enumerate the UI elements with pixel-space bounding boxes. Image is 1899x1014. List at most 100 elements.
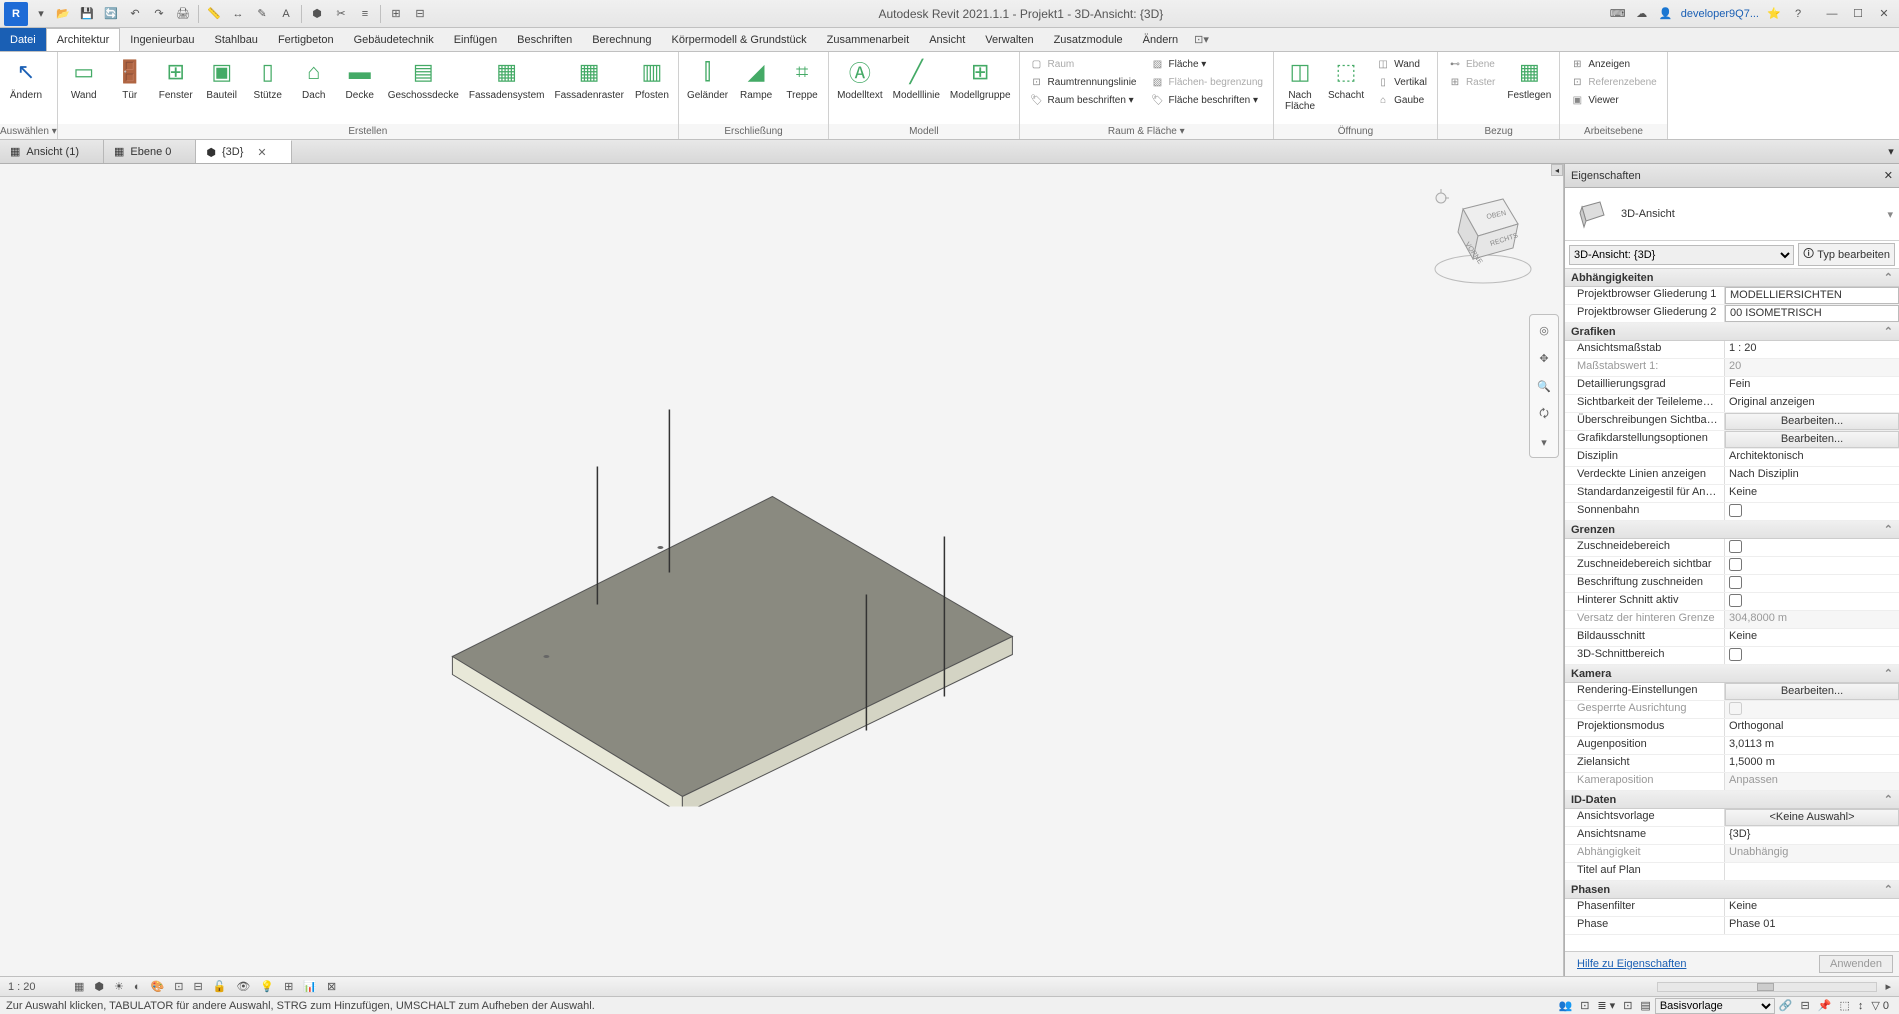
modelllinie-button[interactable]: ╱Modelllinie: [889, 54, 944, 103]
tab-architektur[interactable]: Architektur: [46, 28, 121, 51]
close-button[interactable]: ✕: [1873, 5, 1895, 23]
prop-phasenfilter-value[interactable]: Keine: [1725, 899, 1899, 916]
prop-analyse-value[interactable]: Keine: [1725, 485, 1899, 502]
properties-filter-select[interactable]: 3D-Ansicht: {3D}: [1569, 245, 1794, 265]
tab-beschriften[interactable]: Beschriften: [507, 28, 582, 51]
shadows-icon[interactable]: ◐: [132, 981, 143, 993]
wand-oeffnung-button[interactable]: ◫Wand: [1372, 56, 1431, 72]
tab-stahlbau[interactable]: Stahlbau: [205, 28, 268, 51]
print-icon[interactable]: 🖨: [174, 5, 192, 23]
worksharing-display-icon[interactable]: ⊞: [282, 980, 295, 993]
editing-requests-icon[interactable]: ⊡: [1619, 999, 1636, 1012]
wand-button[interactable]: ▭Wand: [62, 54, 106, 103]
prop-grafikopt-button[interactable]: Bearbeiten...: [1725, 431, 1899, 448]
prop-ueberschr-button[interactable]: Bearbeiten...: [1725, 413, 1899, 430]
properties-close-icon[interactable]: ✕: [1884, 169, 1893, 182]
sun-path-icon[interactable]: ☀: [112, 980, 126, 993]
reveal-hidden-icon[interactable]: 💡: [258, 980, 276, 993]
help-icon[interactable]: ?: [1789, 5, 1807, 23]
group-abhaengigkeiten[interactable]: Abhängigkeiten⌃: [1565, 269, 1899, 287]
tag-icon[interactable]: ✎: [253, 5, 271, 23]
redo-icon[interactable]: ↷: [150, 5, 168, 23]
fassadensystem-button[interactable]: ▦Fassadensystem: [465, 54, 549, 103]
crop-view-icon[interactable]: ⊡: [172, 980, 185, 993]
nach-flaeche-button[interactable]: ◫Nach Fläche: [1278, 54, 1322, 114]
prop-detail-value[interactable]: Fein: [1725, 377, 1899, 394]
flaeche-button[interactable]: ▨Fläche ▾: [1146, 56, 1267, 72]
unlocked-3d-icon[interactable]: 🔓: [211, 980, 229, 993]
prop-gliederung2-value[interactable]: 00 ISOMETRISCH: [1725, 305, 1899, 322]
orbit-icon[interactable]: 🗘: [1533, 403, 1555, 425]
model-3d[interactable]: [422, 377, 1042, 807]
viewtab-ansicht1[interactable]: ▦Ansicht (1): [0, 140, 104, 163]
default3d-icon[interactable]: ⬢: [308, 5, 326, 23]
raum-beschriften-button[interactable]: 🏷Raum beschriften ▾: [1026, 92, 1141, 108]
prop-schnittbereich-value[interactable]: [1725, 647, 1899, 664]
rampe-button[interactable]: ◢Rampe: [734, 54, 778, 103]
measure-icon[interactable]: 📏: [205, 5, 223, 23]
design-options-icon[interactable]: ≣ ▾: [1593, 999, 1619, 1012]
drag-elements-icon[interactable]: ↕: [1854, 1000, 1868, 1012]
festlegen-button[interactable]: ▦Festlegen: [1503, 54, 1555, 103]
properties-help-link[interactable]: Hilfe zu Eigenschaften: [1571, 954, 1692, 974]
addin-icon[interactable]: ⊡▾: [1188, 28, 1215, 51]
prop-projektion-value[interactable]: Orthogonal: [1725, 719, 1899, 736]
collapse-icon[interactable]: ⌃: [1884, 793, 1893, 806]
stuetze-button[interactable]: ▯Stütze: [246, 54, 290, 103]
group-grafiken[interactable]: Grafiken⌃: [1565, 323, 1899, 341]
favorites-icon[interactable]: ⭐: [1765, 5, 1783, 23]
basisvorlage-select[interactable]: Basisvorlage: [1655, 998, 1775, 1014]
detail-level-icon[interactable]: ▦: [72, 980, 86, 993]
editable-only-icon[interactable]: ⊡: [1576, 999, 1593, 1012]
prop-bildausschnitt-value[interactable]: Keine: [1725, 629, 1899, 646]
geschossdecke-button[interactable]: ▤Geschossdecke: [384, 54, 463, 103]
flaechenbegrenzung-button[interactable]: ▧Flächen- begrenzung: [1146, 74, 1267, 90]
section-icon[interactable]: ✂: [332, 5, 350, 23]
tab-zusatzmodule[interactable]: Zusatzmodule: [1044, 28, 1133, 51]
close-inactive-icon[interactable]: ⊞: [387, 5, 405, 23]
group-phasen[interactable]: Phasen⌃: [1565, 881, 1899, 899]
ebene-button[interactable]: ⊷Ebene: [1444, 56, 1499, 72]
keyboard-icon[interactable]: ⌨: [1609, 5, 1627, 23]
filter-icon[interactable]: ▽ 0: [1867, 999, 1893, 1012]
gaube-button[interactable]: ⌂Gaube: [1372, 92, 1431, 108]
referenzebene-button[interactable]: ⊡Referenzebene: [1566, 74, 1660, 90]
collapse-icon[interactable]: ⌃: [1884, 325, 1893, 338]
tab-berechnung[interactable]: Berechnung: [582, 28, 661, 51]
prop-hintschnitt-value[interactable]: [1725, 593, 1899, 610]
prop-phase-value[interactable]: Phase 01: [1725, 917, 1899, 934]
edit-type-button[interactable]: 🛈Typ bearbeiten: [1798, 243, 1895, 266]
tuer-button[interactable]: 🚪Tür: [108, 54, 152, 103]
raum-button[interactable]: ▢Raum: [1026, 56, 1141, 72]
group-kamera[interactable]: Kamera⌃: [1565, 665, 1899, 683]
thinlines-icon[interactable]: ≡: [356, 5, 374, 23]
prop-gliederung1-value[interactable]: MODELLIERSICHTEN: [1725, 287, 1899, 304]
type-dropdown-icon[interactable]: ▾: [1887, 208, 1893, 221]
bauteil-button[interactable]: ▣Bauteil: [200, 54, 244, 103]
infocenter-icon[interactable]: ☁: [1633, 5, 1651, 23]
pfosten-button[interactable]: ▥Pfosten: [630, 54, 674, 103]
viewport-3d[interactable]: ◂ OBEN VORNE RECHTS ◎ ✥ 🔍 🗘 ▾: [0, 164, 1564, 976]
tab-einfuegen[interactable]: Einfügen: [444, 28, 507, 51]
properties-body[interactable]: Abhängigkeiten⌃ Projektbrowser Gliederun…: [1565, 269, 1899, 951]
gelaender-button[interactable]: ⫿Geländer: [683, 54, 732, 103]
collapse-arrow-icon[interactable]: ◂: [1551, 164, 1563, 176]
group-iddaten[interactable]: ID-Daten⌃: [1565, 791, 1899, 809]
properties-apply-button[interactable]: Anwenden: [1819, 955, 1893, 973]
dach-button[interactable]: ⌂Dach: [292, 54, 336, 103]
prop-ziel-value[interactable]: 1,5000 m: [1725, 755, 1899, 772]
view-scrollbar[interactable]: [1657, 982, 1877, 992]
group-grenzen[interactable]: Grenzen⌃: [1565, 521, 1899, 539]
tab-ansicht[interactable]: Ansicht: [919, 28, 975, 51]
tab-fertigbeton[interactable]: Fertigbeton: [268, 28, 344, 51]
decke-button[interactable]: ▬Decke: [338, 54, 382, 103]
full-nav-wheel-icon[interactable]: ◎: [1533, 319, 1555, 341]
viewtab-3d[interactable]: ⬢{3D}✕: [196, 140, 291, 163]
tab-gebaeudetechnik[interactable]: Gebäudetechnik: [344, 28, 444, 51]
prop-vorlage-button[interactable]: <Keine Auswahl>: [1725, 809, 1899, 826]
worksets-icon[interactable]: 👥: [1554, 999, 1576, 1012]
collapse-icon[interactable]: ⌃: [1884, 883, 1893, 896]
minimize-button[interactable]: —: [1821, 5, 1843, 23]
fassadenraster-button[interactable]: ▦Fassadenraster: [550, 54, 627, 103]
prop-sichtbarkeit-value[interactable]: Original anzeigen: [1725, 395, 1899, 412]
